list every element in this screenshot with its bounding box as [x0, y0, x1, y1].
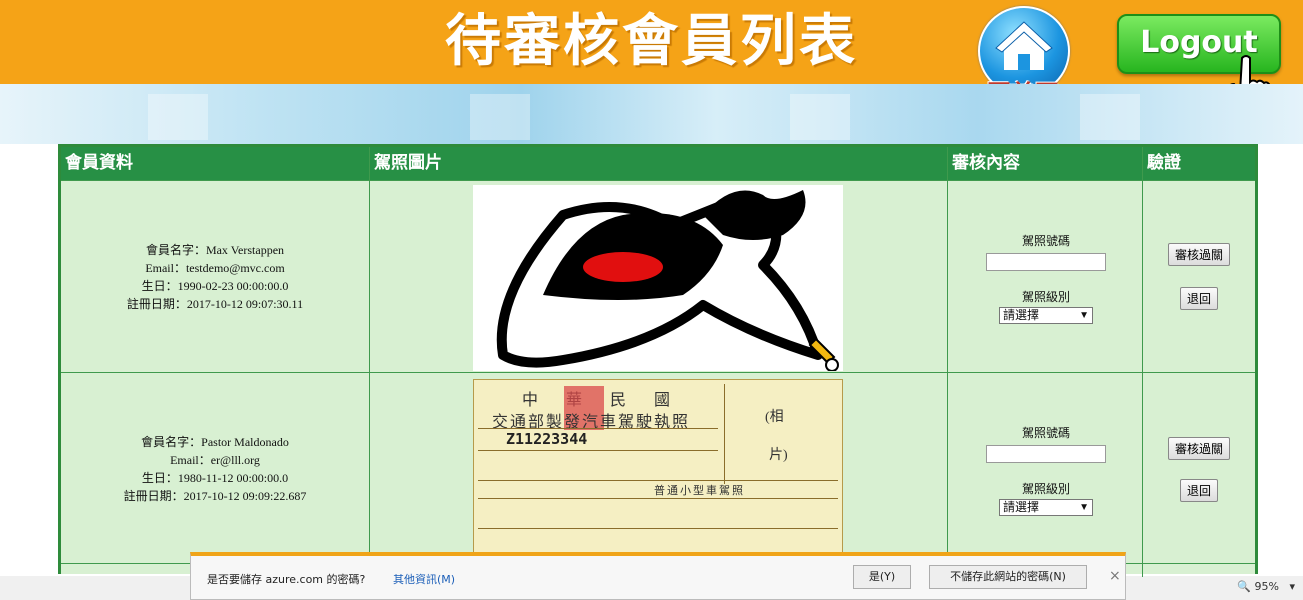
review-content-1: 駕照號碼 駕照級別 請選擇 ▼ — [949, 233, 1143, 324]
chevron-down-icon: ▼ — [1079, 502, 1089, 513]
more-info-link[interactable]: 其他資訊(M) — [393, 571, 455, 587]
col-member-info: 會員資料 — [65, 153, 133, 173]
license-number-input[interactable] — [986, 253, 1106, 271]
license-level-select[interactable]: 請選擇 ▼ — [999, 499, 1093, 516]
member-birthday: 生日：1990-02-23 00:00:00.0 — [141, 279, 289, 293]
license-number-label: 駕照號碼 — [1021, 426, 1070, 440]
photo-placeholder-text: (相 — [765, 410, 784, 425]
never-save-button[interactable]: 不儲存此網站的密碼(N) — [929, 565, 1087, 589]
member-name: 會員名字：Pastor Maldonado — [141, 435, 289, 449]
col-review: 審核內容 — [952, 153, 1020, 173]
member-table: 會員資料 駕照圖片 審核內容 驗證 會員名字：Max Verstappen Em… — [58, 144, 1258, 577]
license-level-select[interactable]: 請選擇 ▼ — [999, 307, 1093, 324]
header-banner: 待審核會員列表 回首頁 Logout — [0, 0, 1303, 108]
reject-button[interactable]: 退回 — [1179, 479, 1218, 502]
save-password-question: 是否要儲存 azure.com 的密碼? — [207, 573, 366, 586]
col-license-photo: 駕照圖片 — [374, 153, 442, 173]
license-photo-2: 中 華 民 國 交通部製發汽車駕駛執照 Z11223344 (相 片) 普通小型… — [473, 379, 843, 563]
band-tile — [790, 94, 850, 140]
photo-box: (相 片) — [724, 384, 837, 484]
chevron-down-icon: ▾ — [1282, 580, 1295, 593]
save-password-bar: 是否要儲存 azure.com 的密碼? 其他資訊(M) 是(Y) 不儲存此網站… — [190, 552, 1126, 600]
license-level-value: 請選擇 — [1003, 308, 1040, 322]
band-tile — [148, 94, 208, 140]
col-verify: 驗證 — [1147, 153, 1181, 173]
review-content-2: 駕照號碼 駕照級別 請選擇 ▼ — [949, 425, 1143, 516]
close-icon[interactable]: × — [1109, 568, 1121, 584]
divider — [369, 147, 370, 577]
photo-placeholder-text: 片) — [769, 448, 788, 463]
license-level-label: 駕照級別 — [1021, 290, 1070, 304]
band-tile — [1080, 94, 1140, 140]
member-register-date: 註冊日期：2017-10-12 09:07:30.11 — [126, 297, 304, 311]
verify-actions-1: 審核過關 — [1143, 243, 1255, 266]
license-number-input[interactable] — [986, 445, 1106, 463]
license-photo-1 — [473, 185, 843, 371]
license-level-label: 駕照級別 — [1021, 482, 1070, 496]
member-info-1: 會員名字：Max Verstappen Email：testdemo@mvc.c… — [61, 241, 369, 313]
verify-actions-2: 審核過關 — [1143, 437, 1255, 460]
license-number-label: 駕照號碼 — [1021, 234, 1070, 248]
divider — [947, 147, 948, 577]
member-register-date: 註冊日期：2017-10-12 09:09:22.687 — [123, 489, 307, 503]
member-email: Email：testdemo@mvc.com — [145, 261, 285, 275]
divider — [478, 480, 838, 481]
license-level-value: 請選擇 — [1003, 500, 1040, 514]
approve-button[interactable]: 審核過關 — [1167, 243, 1230, 266]
page-title: 待審核會員列表 — [445, 9, 858, 74]
divider — [478, 428, 718, 429]
approve-button[interactable]: 審核過關 — [1167, 437, 1230, 460]
divider — [478, 498, 838, 499]
member-email: Email：er@lll.org — [170, 453, 260, 467]
member-info-2: 會員名字：Pastor Maldonado Email：er@lll.org 生… — [61, 433, 369, 505]
verify-actions-2b: 退回 — [1143, 479, 1255, 502]
divider — [478, 528, 838, 529]
reject-button[interactable]: 退回 — [1179, 287, 1218, 310]
chevron-down-icon: ▼ — [1079, 310, 1089, 321]
zoom-level: 95% — [1254, 580, 1279, 593]
license-type: 普通小型車駕照 — [654, 485, 745, 497]
save-yes-button[interactable]: 是(Y) — [853, 565, 911, 589]
verify-actions-1b: 退回 — [1143, 287, 1255, 310]
divider — [61, 180, 1255, 181]
zoom-icon: 🔍 — [1237, 580, 1252, 593]
divider — [61, 372, 1255, 373]
duke-mascot-image — [496, 190, 839, 371]
zoom-control[interactable]: 🔍 95% ▾ — [1237, 580, 1295, 593]
divider — [478, 450, 718, 451]
member-name: 會員名字：Max Verstappen — [145, 243, 285, 257]
license-number-text: Z11223344 — [506, 430, 588, 448]
member-birthday: 生日：1980-11-12 00:00:00.0 — [141, 471, 289, 485]
band-tile — [470, 94, 530, 140]
